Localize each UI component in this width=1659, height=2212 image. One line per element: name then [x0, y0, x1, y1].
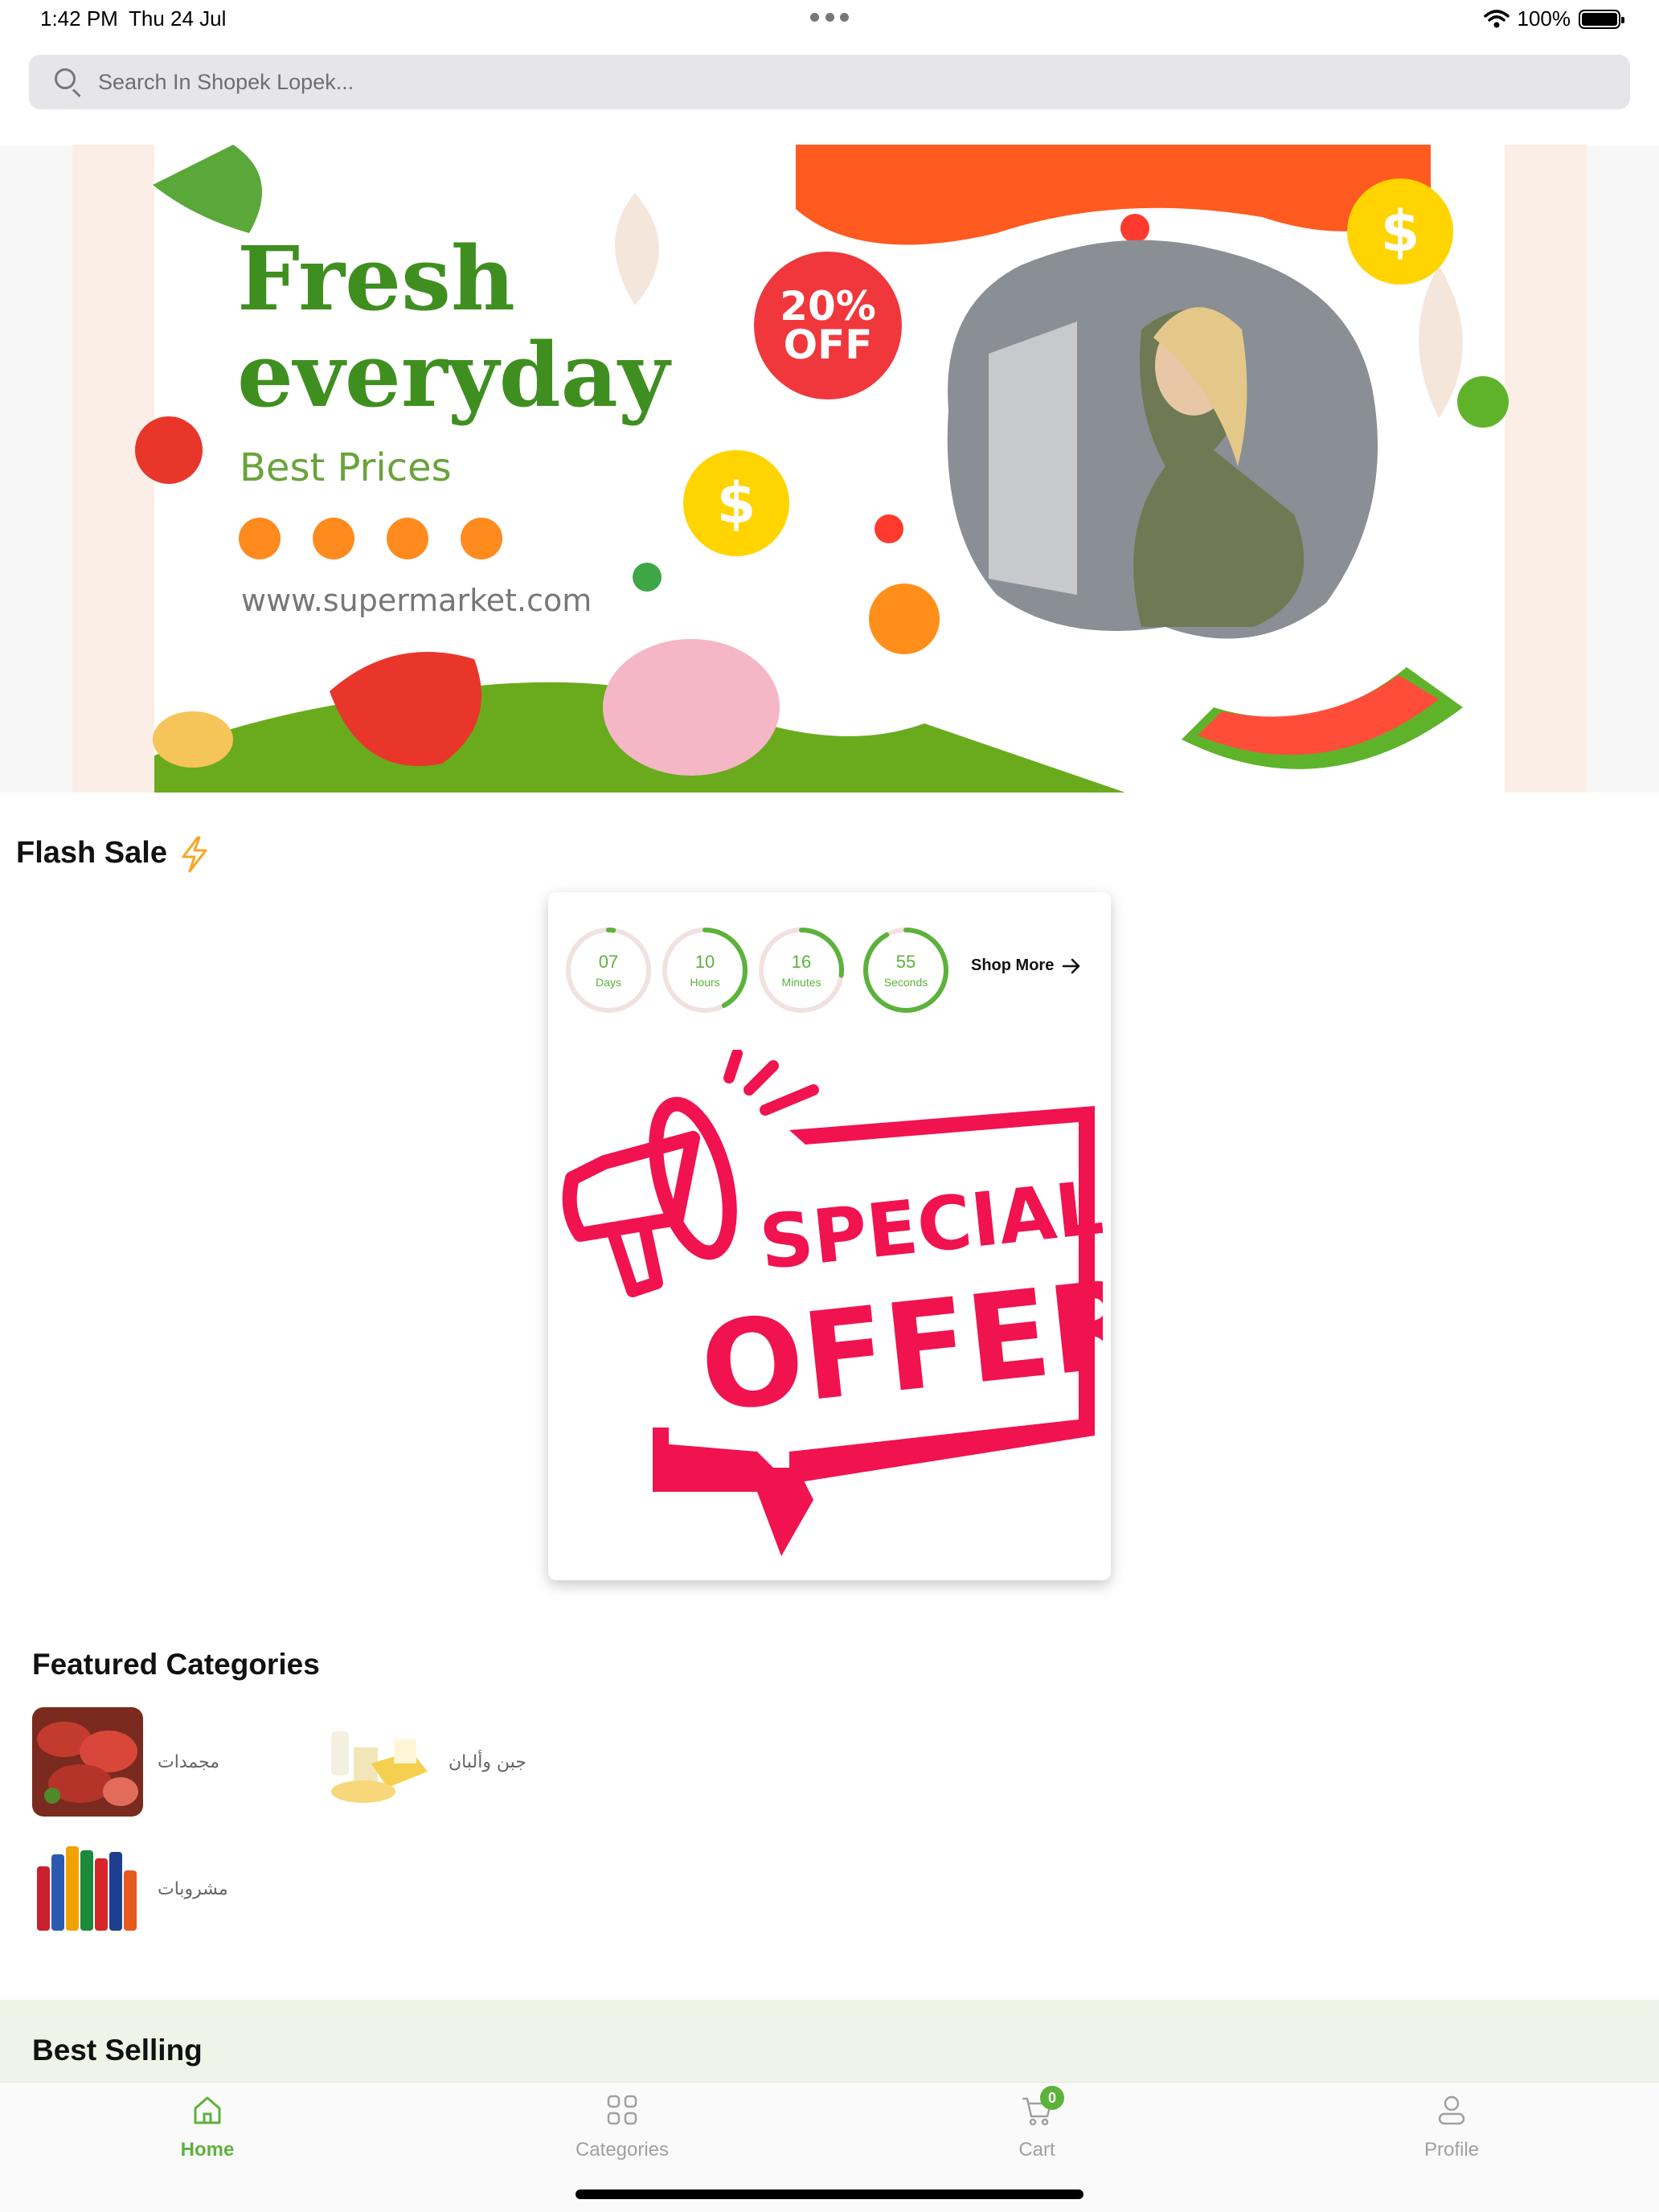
timer-seconds-label: Seconds	[883, 976, 928, 989]
search-bar[interactable]	[29, 55, 1630, 109]
svg-text:$: $	[717, 470, 756, 536]
apple-icon	[135, 416, 203, 484]
home-indicator[interactable]	[576, 2189, 1083, 2199]
flower-icon	[1120, 214, 1149, 243]
whatsapp-icon	[461, 518, 502, 559]
category-item[interactable]: جبن وألبان	[323, 1707, 526, 1817]
banner-headline-1: Fresh	[237, 227, 515, 330]
category-label: جبن وألبان	[449, 1751, 526, 1772]
tab-profile[interactable]: Profile	[1355, 2092, 1548, 2161]
tab-categories-label: Categories	[575, 2139, 670, 2161]
status-bar: 1:42 PM Thu 24 Jul 100%	[0, 0, 1659, 40]
category-item[interactable]: مجمدات	[32, 1707, 219, 1817]
discount-off: OFF	[784, 322, 873, 368]
special-offer-image[interactable]: SPECIAL OFFER	[556, 1050, 1103, 1572]
svg-text:$: $	[1381, 199, 1420, 264]
status-time: 1:42 PM	[40, 6, 118, 31]
banner-headline-2: everyday	[237, 323, 672, 427]
featured-categories-title: Featured Categories	[32, 1648, 320, 1681]
drinks-category-image	[32, 1834, 143, 1944]
home-icon	[190, 2092, 225, 2128]
twitter-icon	[387, 518, 428, 559]
timer-minutes-label: Minutes	[781, 976, 821, 989]
timer-seconds: 55 Seconds	[862, 926, 950, 1014]
tab-profile-label: Profile	[1423, 2139, 1480, 2161]
green-apple-icon	[1457, 376, 1509, 428]
category-item[interactable]: مشروبات	[32, 1834, 228, 1944]
flash-sale-card[interactable]: 07 Days 10 Hours 16 Minutes 55 Seconds S…	[548, 892, 1111, 1580]
tab-home[interactable]: Home	[111, 2092, 304, 2161]
tab-cart[interactable]: 0 Cart	[940, 2086, 1133, 2161]
banner-url: www.supermarket.com	[241, 583, 592, 618]
dairy-category-image	[323, 1707, 434, 1817]
category-label: مشروبات	[158, 1878, 228, 1899]
arrow-right-icon	[1063, 958, 1080, 973]
status-date: Thu 24 Jul	[129, 6, 227, 31]
search-input[interactable]	[98, 69, 1545, 95]
chicken-icon	[603, 639, 780, 776]
category-label: مجمدات	[158, 1751, 220, 1772]
search-header	[0, 40, 1659, 146]
shop-more-button[interactable]: Shop More	[971, 956, 1081, 975]
timer-days-value: 07	[598, 952, 619, 972]
flower-icon	[633, 563, 662, 592]
cart-icon: 0	[1019, 2086, 1064, 2128]
best-selling-section	[0, 2000, 1659, 2082]
meat-category-image	[32, 1707, 143, 1817]
grid-icon	[604, 2092, 640, 2128]
banner-subline: Best Prices	[240, 445, 452, 490]
instagram-icon	[239, 518, 281, 559]
wifi-icon	[1483, 9, 1509, 27]
timer-hours-value: 10	[694, 952, 715, 972]
tab-categories[interactable]: Categories	[526, 2092, 719, 2161]
best-selling-title: Best Selling	[32, 2034, 203, 2067]
shop-more-label: Shop More	[971, 956, 1055, 974]
bread-icon	[153, 711, 233, 768]
timer-days: 07 Days	[564, 926, 653, 1014]
flower-icon	[875, 514, 903, 543]
status-right: 100%	[1483, 6, 1624, 31]
tab-cart-label: Cart	[1018, 2139, 1055, 2161]
battery-icon	[1579, 9, 1624, 29]
tab-home-label: Home	[180, 2139, 235, 2161]
multitasking-dots-icon[interactable]	[810, 13, 849, 24]
promo-banner[interactable]: Fresh everyday Best Prices www.supermark…	[72, 145, 1587, 793]
timer-hours: 10 Hours	[661, 926, 749, 1014]
timer-hours-label: Hours	[690, 976, 720, 989]
lightning-icon	[182, 836, 207, 873]
cart-count-badge: 0	[1040, 2086, 1064, 2110]
battery-percent: 100%	[1517, 6, 1571, 31]
search-icon	[53, 67, 84, 98]
user-icon	[1434, 2092, 1469, 2128]
orange-fruit-icon	[869, 584, 940, 654]
facebook-icon	[313, 518, 354, 559]
timer-minutes: 16 Minutes	[757, 926, 846, 1014]
timer-days-label: Days	[596, 976, 621, 989]
flash-sale-title: Flash Sale	[16, 836, 167, 870]
offer-line-2: OFFER	[694, 1254, 1103, 1440]
timer-minutes-value: 16	[791, 952, 812, 972]
timer-seconds-value: 55	[895, 952, 916, 972]
